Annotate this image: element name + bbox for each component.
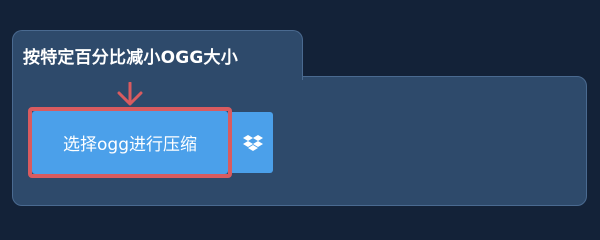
tab-title: 按特定百分比减小OGG大小 xyxy=(23,48,238,68)
arrow-down-icon xyxy=(117,82,143,106)
tab-joint xyxy=(13,74,302,80)
dropbox-button[interactable] xyxy=(232,112,273,173)
select-ogg-label: 选择ogg进行压缩 xyxy=(63,135,197,155)
select-ogg-button[interactable]: 选择ogg进行压缩 xyxy=(32,111,228,174)
dropbox-icon xyxy=(242,134,263,151)
app-canvas: 按特定百分比减小OGG大小 选择ogg进行压缩 xyxy=(0,0,600,230)
